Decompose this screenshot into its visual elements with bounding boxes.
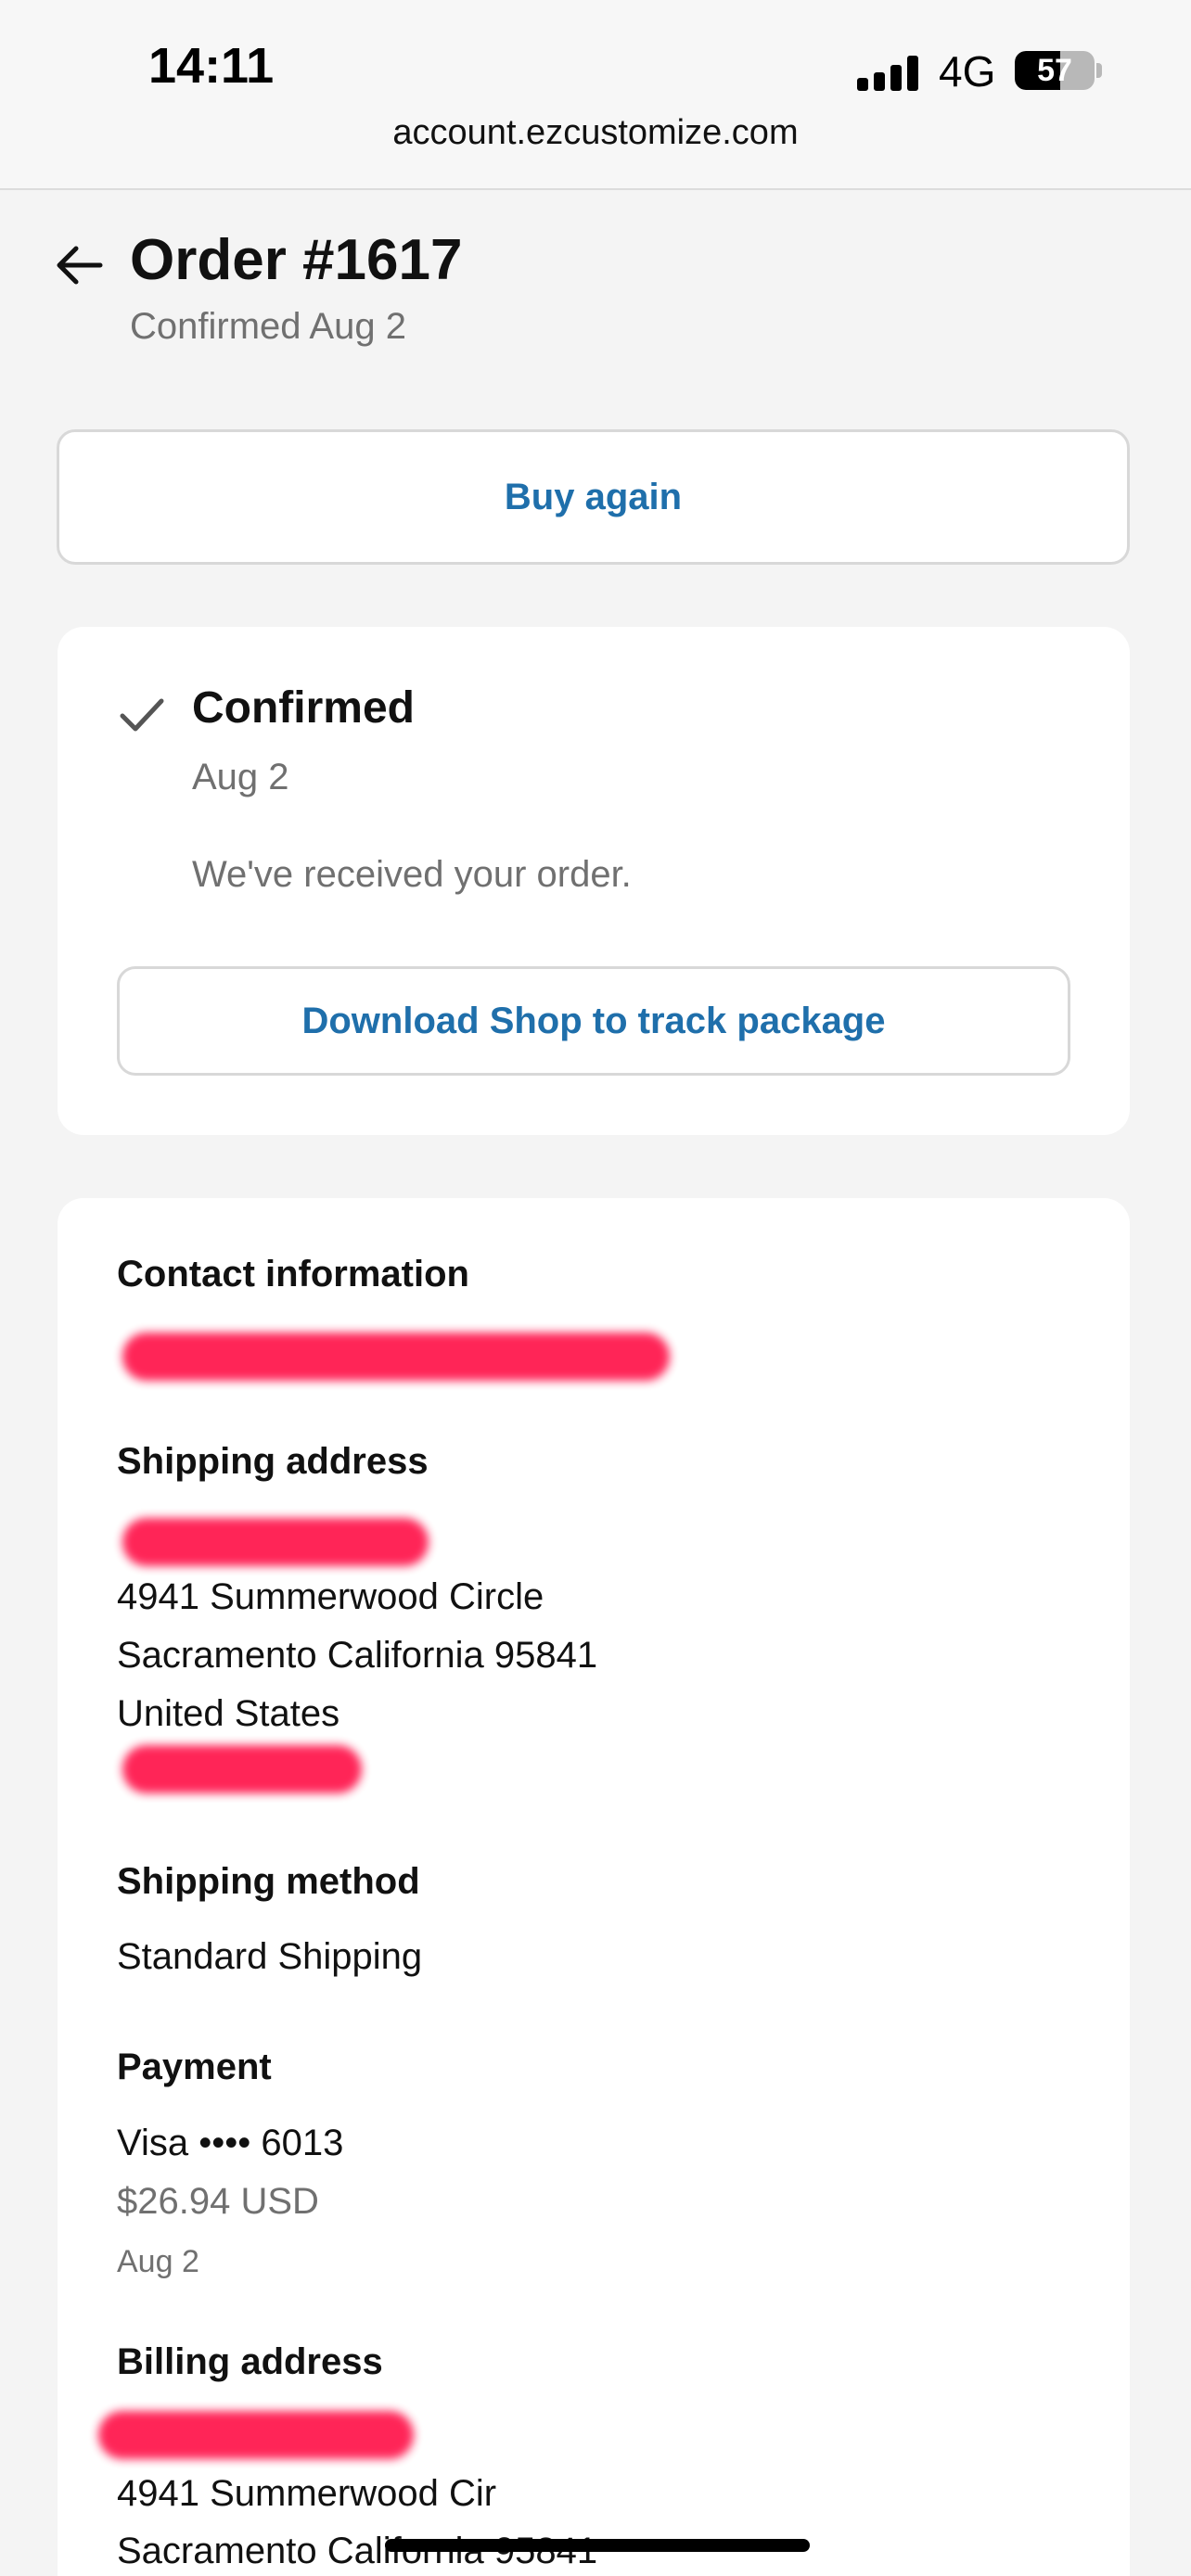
page-subtitle: Confirmed Aug 2 (130, 306, 406, 347)
billing-address-title: Billing address (117, 2341, 383, 2382)
status-title: Confirmed (192, 683, 415, 733)
payment-date: Aug 2 (117, 2244, 199, 2279)
arrow-left-icon (57, 246, 103, 285)
back-button[interactable] (54, 239, 106, 291)
signal-icon (857, 50, 922, 91)
order-details-card: Contact information Shipping address 494… (58, 1198, 1130, 2576)
billing-address-line: 4941 Summerwood Cir (117, 2473, 497, 2514)
redacted-shipping-phone (122, 1745, 362, 1793)
status-message: We've received your order. (192, 854, 632, 895)
home-indicator[interactable] (385, 2539, 810, 2552)
checkmark-icon (120, 698, 164, 732)
redacted-shipping-name (122, 1518, 429, 1566)
battery-tip (1096, 63, 1102, 78)
payment-card: Visa •••• 6013 (117, 2123, 344, 2163)
download-shop-button[interactable]: Download Shop to track package (117, 966, 1070, 1076)
payment-title: Payment (117, 2047, 272, 2087)
url-bar[interactable]: account.ezcustomize.com (0, 113, 1191, 153)
shipping-address-title: Shipping address (117, 1441, 429, 1482)
shipping-address-line: 4941 Summerwood Circle (117, 1576, 544, 1617)
redacted-billing-name (98, 2411, 414, 2459)
buy-again-button[interactable]: Buy again (57, 429, 1130, 565)
redacted-contact-email (122, 1333, 670, 1381)
browser-top-bar: 14:11 4G 57 account.ezcustomize.com (0, 0, 1191, 190)
order-page: 14:11 4G 57 account.ezcustomize.com Orde… (0, 0, 1191, 2576)
network-label: 4G (939, 47, 996, 96)
shipping-method-title: Shipping method (117, 1861, 420, 1902)
shipping-method-value: Standard Shipping (117, 1936, 423, 1977)
battery-percent: 57 (1037, 53, 1072, 88)
order-status-card: Confirmed Aug 2 We've received your orde… (58, 627, 1130, 1135)
shipping-address-line: Sacramento California 95841 (117, 1635, 598, 1676)
contact-info-title: Contact information (117, 1254, 469, 1294)
status-date: Aug 2 (192, 757, 289, 797)
status-time: 14:11 (148, 38, 275, 94)
shipping-address-line: United States (117, 1693, 340, 1734)
battery-icon: 57 (1015, 51, 1095, 90)
payment-amount: $26.94 USD (117, 2181, 319, 2222)
page-title: Order #1617 (130, 228, 463, 292)
